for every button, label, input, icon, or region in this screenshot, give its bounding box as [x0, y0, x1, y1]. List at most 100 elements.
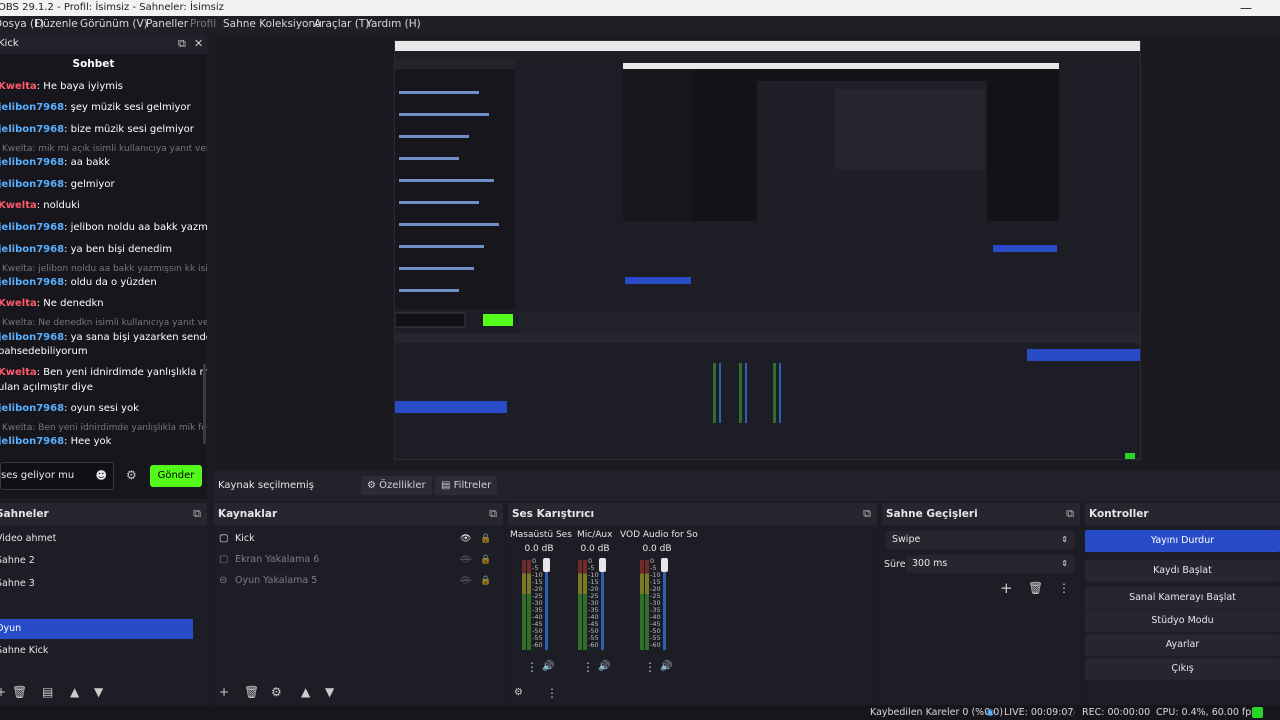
source-item[interactable]: ▢ Ekran Yakalama 6 👁 🔒	[214, 550, 499, 570]
source-item-label: Kick	[235, 533, 255, 544]
fader-knob[interactable]	[543, 558, 550, 572]
fader-knob[interactable]	[599, 558, 606, 572]
source-properties-gear-icon[interactable]: ⚙	[271, 685, 282, 699]
eye-hidden-icon[interactable]: 👁	[460, 571, 471, 591]
lock-icon[interactable]: 🔒	[480, 529, 491, 549]
chat-username[interactable]: jelibon7968	[0, 277, 64, 288]
message-text: ya sana bişi yazarken senden	[70, 332, 207, 343]
volume-fader[interactable]	[545, 560, 548, 650]
filters-button[interactable]: ▤ Filtreler	[435, 476, 498, 495]
chat-username[interactable]: jelibon7968	[0, 179, 64, 190]
remove-source-trash-icon[interactable]: 🗑	[244, 685, 259, 699]
properties-label: Özellikler	[379, 480, 426, 491]
chat-username[interactable]: Kwelta	[0, 200, 37, 211]
chat-username[interactable]: Kwelta	[0, 81, 37, 92]
reply-text: Kwelta: Ben yeni idnirdimde yanlışlıkla …	[2, 423, 207, 433]
move-scene-up-icon[interactable]: ▲	[70, 685, 79, 699]
chat-username[interactable]: jelibon7968	[0, 436, 64, 447]
chat-username[interactable]: jelibon7968	[0, 244, 64, 255]
undock-icon[interactable]: ⧉	[489, 503, 497, 525]
undock-icon[interactable]: ⧉	[178, 34, 186, 54]
undock-icon[interactable]: ⧉	[193, 503, 201, 525]
chat-username[interactable]: Kwelta	[0, 298, 37, 309]
scene-item[interactable]: Sahne 3	[0, 574, 190, 594]
lock-icon[interactable]: 🔒	[480, 571, 491, 591]
menu-scene-collection[interactable]: Sahne Koleksiyonu	[223, 16, 322, 33]
chat-message: Kwelta: Ben yeni idnirdimde yanlışlıkla …	[0, 367, 207, 378]
monitor-icon: ▢	[219, 533, 229, 544]
emoji-icon[interactable]: ☻	[96, 463, 107, 489]
start-recording-button[interactable]: Kaydı Başlat	[1085, 560, 1280, 582]
chat-reply-context: Kwelta: Ne denedkn isimli kullanıcıya ya…	[2, 318, 207, 328]
speaker-icon[interactable]: 🔊	[598, 660, 610, 674]
chat-username[interactable]: jelibon7968	[0, 403, 64, 414]
move-source-down-icon[interactable]: ▼	[325, 685, 334, 699]
scene-item[interactable]: Video ahmet	[0, 529, 190, 549]
undock-icon[interactable]: ⧉	[863, 503, 871, 525]
chat-username[interactable]: jelibon7968	[0, 332, 64, 343]
menu-edit[interactable]: Düzenle	[35, 16, 78, 33]
source-item[interactable]: ⊖ Oyun Yakalama 5 👁 🔒	[214, 571, 499, 591]
properties-button[interactable]: ⚙ Özellikler	[361, 476, 432, 495]
undock-icon[interactable]: ⧉	[1066, 503, 1074, 525]
mixer-channel-db: 0.0 dB	[580, 544, 610, 554]
remove-scene-trash-icon[interactable]: 🗑	[12, 685, 27, 699]
advanced-audio-gear-icon[interactable]: ⚙	[514, 686, 523, 700]
minimize-button[interactable]: —	[1240, 0, 1252, 16]
preview-area[interactable]	[214, 34, 1280, 470]
send-button[interactable]: Gönder	[150, 465, 202, 487]
add-scene-plus-icon[interactable]: +	[0, 685, 6, 699]
move-scene-down-icon[interactable]: ▼	[94, 685, 103, 699]
menu-help[interactable]: Yardım (H)	[366, 16, 421, 33]
close-icon[interactable]: ✕	[194, 34, 203, 54]
channel-menu-dots-icon[interactable]: ⋮	[582, 660, 594, 674]
chat-message: Kwelta: nolduki	[0, 200, 80, 211]
chat-scrollbar[interactable]	[203, 364, 206, 444]
transition-menu-dots-icon[interactable]: ⋮	[1058, 581, 1070, 595]
transition-type-select[interactable]: Swipe ⇕	[886, 531, 1074, 549]
speaker-icon[interactable]: 🔊	[542, 660, 554, 674]
mixer-menu-dots-icon[interactable]: ⋮	[546, 686, 558, 700]
duration-spinbox[interactable]: 300 ms ⇕	[906, 555, 1074, 573]
exit-button[interactable]: Çıkış	[1085, 658, 1280, 680]
chat-reply-context: Kwelta: mik mi açık isimli kullanıcıya y…	[2, 144, 207, 154]
chat-username[interactable]: Kwelta	[0, 367, 37, 378]
chat-username[interactable]: jelibon7968	[0, 222, 64, 233]
scene-item[interactable]	[0, 596, 190, 616]
chat-username[interactable]: jelibon7968	[0, 157, 64, 168]
channel-menu-dots-icon[interactable]: ⋮	[644, 660, 656, 674]
window-title: OBS 29.1.2 - Profil: İsimsiz - Sahneler:…	[0, 2, 224, 13]
chat-title: Sohbet	[72, 58, 115, 70]
menu-docks[interactable]: Paneller	[146, 16, 188, 33]
remove-transition-trash-icon[interactable]: 🗑	[1028, 581, 1043, 595]
add-source-plus-icon[interactable]: +	[219, 685, 229, 699]
scene-item[interactable]: Sahne 2	[0, 551, 190, 571]
lock-icon[interactable]: 🔒	[480, 550, 491, 570]
volume-fader[interactable]	[601, 560, 604, 650]
scene-item[interactable]: Oyun	[0, 619, 193, 639]
eye-hidden-icon[interactable]: 👁	[460, 550, 471, 570]
settings-button[interactable]: Ayarlar	[1085, 634, 1280, 656]
message-text: aa bakk	[70, 157, 111, 168]
studio-mode-button[interactable]: Stüdyo Modu	[1085, 610, 1280, 632]
menu-view[interactable]: Görünüm (V)	[80, 16, 148, 33]
add-transition-plus-icon[interactable]: +	[1000, 581, 1013, 596]
menu-profile[interactable]: Profil	[190, 16, 216, 33]
start-virtual-camera-button[interactable]: Sanal Kamerayı Başlat	[1085, 587, 1280, 609]
fader-knob[interactable]	[661, 558, 668, 572]
stop-streaming-button[interactable]: Yayını Durdur	[1085, 530, 1280, 552]
chat-username[interactable]: jelibon7968	[0, 102, 64, 113]
menu-tools[interactable]: Araçlar (T)	[314, 16, 369, 33]
scene-item[interactable]: Sahne Kick	[0, 641, 190, 661]
volume-fader[interactable]	[663, 560, 666, 650]
speaker-icon[interactable]: 🔊	[660, 660, 672, 674]
chat-settings-gear-icon[interactable]: ⚙	[126, 468, 137, 482]
channel-menu-dots-icon[interactable]: ⋮	[526, 660, 538, 674]
scenes-dock: Sahneler ⧉ Video ahmet Sahne 2 Sahne 3 Oyun…	[0, 503, 207, 705]
eye-icon[interactable]: 👁	[460, 529, 471, 549]
chat-username[interactable]: jelibon7968	[0, 124, 64, 135]
source-item[interactable]: ▢ Kick 👁 🔒	[214, 529, 499, 549]
scene-filter-icon[interactable]: ▤	[42, 685, 53, 699]
chat-input[interactable]: ses geliyor mu ☻	[0, 462, 114, 490]
move-source-up-icon[interactable]: ▲	[301, 685, 310, 699]
